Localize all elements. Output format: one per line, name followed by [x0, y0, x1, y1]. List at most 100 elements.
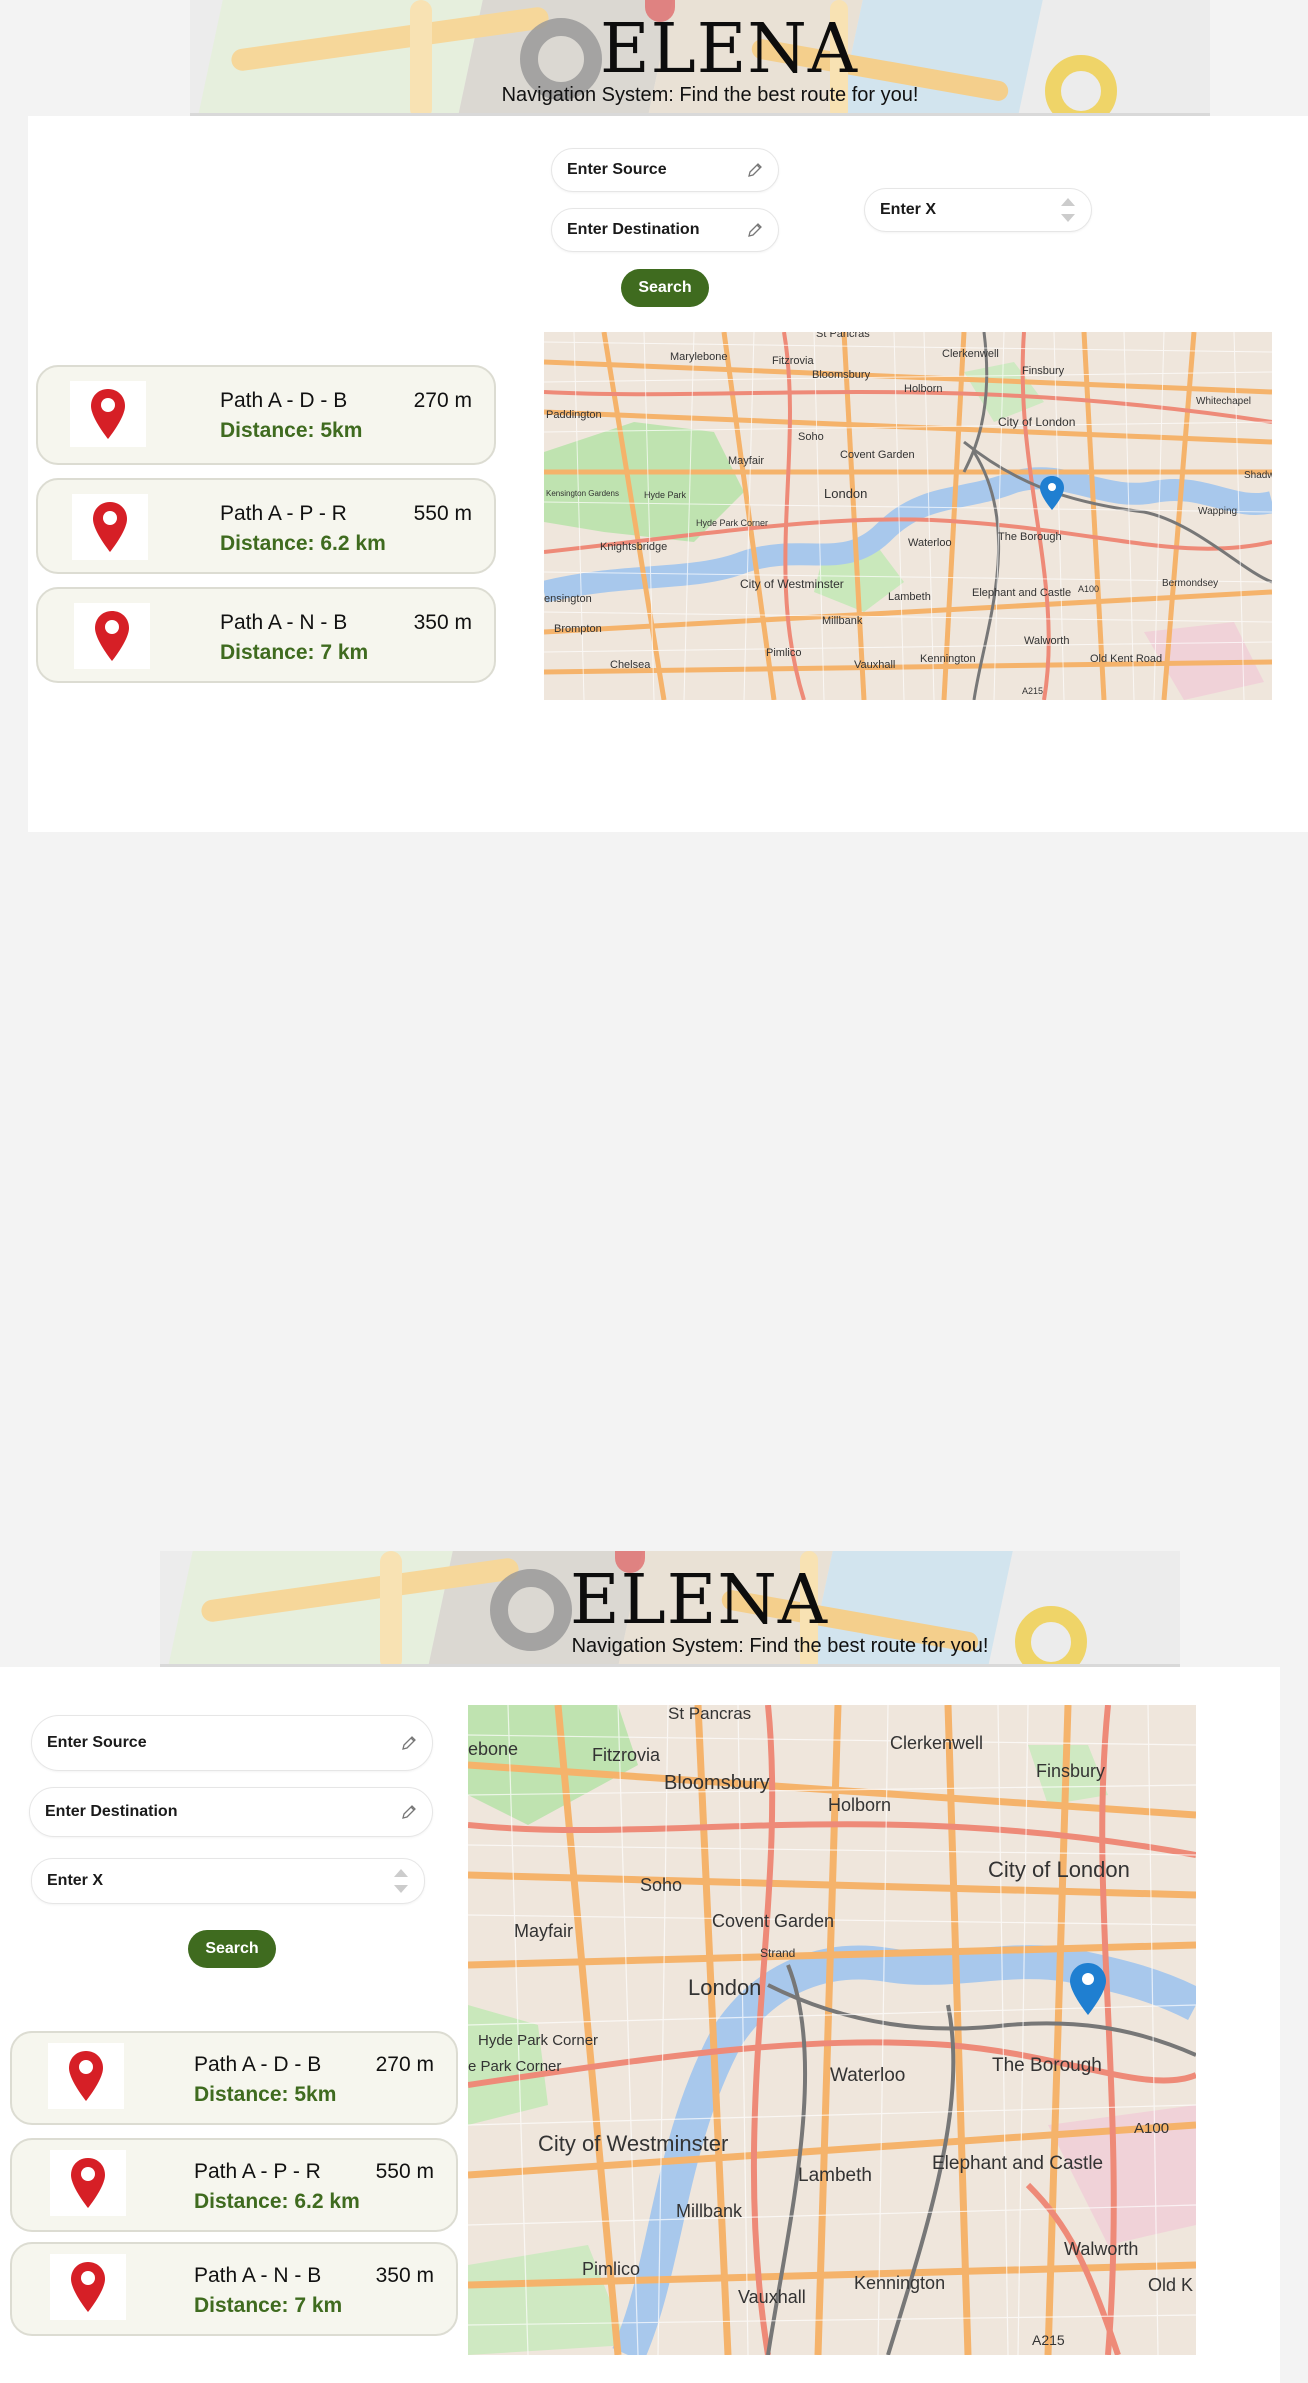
map-label: Bloomsbury	[664, 1772, 770, 1794]
map-label: ebone	[468, 1739, 518, 1759]
map-label: Soho	[798, 431, 824, 443]
route-path: Path A - N - B	[220, 611, 348, 634]
destination-placeholder: Enter Destination	[567, 221, 700, 238]
map-label: Bermondsey	[1162, 578, 1218, 589]
main-panel: Enter Source Enter Destination Enter X S…	[28, 116, 1308, 832]
x-input[interactable]: Enter X	[31, 1858, 425, 1904]
route-length: 350 m	[413, 611, 472, 634]
map-label: Clerkenwell	[890, 1733, 983, 1753]
route-card[interactable]: Path A - N - B 350 m Distance: 7 km	[36, 587, 496, 683]
main-panel: Enter Source Enter Destination Enter X S…	[0, 1667, 1280, 2383]
map-pin-icon	[71, 2262, 105, 2312]
map-label: Brompton	[554, 623, 602, 635]
map-label: London	[824, 486, 867, 501]
map-label: Kensington Gardens	[546, 489, 619, 498]
map-label: London	[688, 1975, 761, 2000]
map-label: City of Westminster	[740, 577, 844, 591]
source-input[interactable]: Enter Source	[551, 148, 779, 192]
map-label: Walworth	[1064, 2239, 1138, 2259]
map-label: Wapping	[1198, 506, 1237, 517]
map-label: Shadw	[1244, 470, 1272, 481]
pencil-icon	[402, 1805, 416, 1819]
destination-placeholder: Enter Destination	[45, 1803, 178, 1820]
map-label: Strand	[760, 1946, 795, 1960]
map-label: Walworth	[1024, 635, 1069, 647]
route-card[interactable]: Path A - D - B 270 m Distance: 5km	[36, 365, 496, 465]
map-label: Vauxhall	[854, 659, 895, 671]
map-label: A215	[1032, 2332, 1065, 2348]
map-pin-icon	[91, 389, 125, 439]
map-label: Vauxhall	[738, 2287, 806, 2307]
compact-view: ELENA Navigation System: Find the best r…	[0, 1551, 1308, 2383]
map-label: City of Westminster	[538, 2131, 728, 2156]
search-button[interactable]: Search	[188, 1930, 276, 1968]
map-label: Holborn	[904, 383, 943, 395]
map-label: Covent Garden	[840, 449, 915, 461]
route-length: 270 m	[413, 389, 472, 412]
route-card[interactable]: Path A - D - B 270 m Distance: 5km	[10, 2031, 458, 2125]
map-label: Waterloo	[830, 2065, 905, 2086]
map-label: Fitzrovia	[592, 1745, 661, 1765]
map-label: Finsbury	[1036, 1761, 1105, 1781]
map-label: The Borough	[998, 531, 1062, 543]
map-label: Elephant and Castle	[932, 2153, 1103, 2174]
destination-input[interactable]: Enter Destination	[29, 1787, 433, 1837]
destination-input[interactable]: Enter Destination	[551, 208, 779, 252]
route-path: Path A - N - B	[194, 2264, 322, 2287]
x-input[interactable]: Enter X	[864, 188, 1092, 232]
route-path: Path A - D - B	[220, 389, 348, 412]
route-pin-box	[72, 494, 148, 560]
route-card[interactable]: Path A - P - R 550 m Distance: 6.2 km	[10, 2138, 458, 2232]
map-label: Finsbury	[1022, 365, 1065, 377]
map-label: A100	[1134, 2120, 1169, 2137]
map-label: e Park Corner	[468, 2058, 561, 2075]
map-label: Marylebone	[670, 351, 727, 363]
route-length: 270 m	[375, 2053, 434, 2076]
map-label: Lambeth	[888, 591, 931, 603]
map-label: The Borough	[992, 2055, 1102, 2076]
map-view[interactable]: St Pancras ebone Fitzrovia Bloomsbury Cl…	[468, 1705, 1196, 2355]
route-card[interactable]: Path A - P - R 550 m Distance: 6.2 km	[36, 478, 496, 574]
number-spinner-icon[interactable]	[392, 1866, 410, 1896]
app-subtitle: Navigation System: Find the best route f…	[571, 1635, 989, 1657]
map-label: Hyde Park Corner	[696, 518, 768, 528]
route-pin-box	[70, 381, 146, 447]
number-spinner-icon[interactable]	[1059, 195, 1077, 225]
route-distance: Distance: 7 km	[194, 2294, 343, 2317]
app-title: ELENA	[600, 10, 859, 89]
header-banner: ELENA Navigation System: Find the best r…	[160, 1551, 1180, 1671]
map-label: Millbank	[822, 615, 863, 627]
source-input[interactable]: Enter Source	[31, 1715, 433, 1771]
map-label: Paddington	[546, 409, 602, 421]
map-label: Mayfair	[728, 455, 764, 467]
map-label: City of London	[988, 1857, 1130, 1882]
source-placeholder: Enter Source	[567, 161, 667, 178]
route-pin-box	[50, 2150, 126, 2216]
map-label: Holborn	[828, 1795, 891, 1815]
map-label: Old K	[1148, 2275, 1193, 2295]
map-label: St Pancras	[816, 332, 870, 340]
map-label: Chelsea	[610, 659, 651, 671]
map-label: Knightsbridge	[600, 541, 667, 553]
route-card[interactable]: Path A - N - B 350 m Distance: 7 km	[10, 2242, 458, 2336]
pencil-icon	[748, 163, 762, 177]
map-label: Kennington	[854, 2273, 945, 2293]
route-length: 550 m	[413, 502, 472, 525]
x-placeholder: Enter X	[880, 201, 937, 218]
map-label: St Pancras	[668, 1705, 751, 1723]
header-banner: ELENA Navigation System: Find the best r…	[190, 0, 1210, 120]
pencil-icon	[748, 223, 762, 237]
route-distance: Distance: 5km	[194, 2083, 337, 2106]
map-view[interactable]: St Pancras Marylebone Fitzrovia Bloomsbu…	[544, 332, 1272, 700]
map-label: Hyde Park	[644, 490, 687, 500]
route-distance: Distance: 5km	[220, 419, 363, 442]
map-label: Pimlico	[582, 2259, 640, 2279]
map-label: Fitzrovia	[772, 355, 814, 367]
map-label: Clerkenwell	[942, 348, 999, 360]
search-button[interactable]: Search	[621, 269, 709, 307]
map-label: Lambeth	[798, 2165, 872, 2186]
desktop-view: ELENA Navigation System: Find the best r…	[0, 0, 1308, 832]
map-label: ensington	[544, 593, 592, 605]
map-label: Old Kent Road	[1090, 653, 1162, 665]
map-label: Mayfair	[514, 1921, 573, 1941]
